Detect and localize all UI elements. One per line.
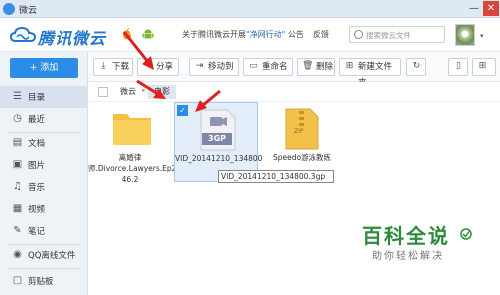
file-grid: 离婚律师.Divorce.Lawyers.Ep25-46.2 ✓ 3GP VID… [88,102,500,295]
image-icon: ▣ [12,159,23,170]
watermark-logo-icon [460,228,472,240]
sidebar-item-video[interactable]: ▦ 视频 [0,198,88,220]
folder-icon [113,114,151,145]
sidebar-item-label: 音乐 [28,183,46,193]
sidebar-item-recent[interactable]: ◷ 最近 [0,108,88,130]
breadcrumb-item-movies[interactable]: 电影 [148,85,176,99]
sidebar-item-label: 图片 [28,161,46,171]
move-to-button[interactable]: ⇥ 移动到 [189,58,239,76]
file-name: Speedo游泳教练 [272,153,332,162]
move-to-label: 移动到 [208,62,234,72]
breadcrumb-item-weiyun[interactable]: 微云 [114,85,142,99]
app-logo-text: 腾讯微云 [38,29,107,48]
move-icon: ⇥ [195,61,204,71]
sidebar: + 添加 ☰ 目录 ◷ 最近 ▤ 文档 ▣ 图片 ♫ 音乐 ▦ 视频 ✎ 笔记 … [0,52,88,295]
panel-icon: ▯ [456,61,461,71]
trash-icon: 🗑 [302,61,314,71]
download-icon: ⤓ [101,61,106,71]
window-title: 微云 [19,6,38,16]
android-icon[interactable] [142,28,154,40]
detail-view-button[interactable]: ▯ [448,58,468,76]
file-name: 离婚律师.Divorce.Lawyers.Ep25-46.2 [88,153,184,184]
new-folder-button[interactable]: ⊞ 新建文件夹 [339,58,401,88]
sidebar-item-label: 视频 [28,205,46,215]
feedback-link[interactable]: 反馈 [313,29,329,40]
music-icon: ♫ [13,181,22,192]
notice-prefix: 关于腾讯微云开展 [182,30,246,39]
rename-button[interactable]: ▭ 重命名 [243,58,293,76]
sidebar-item-directory[interactable]: ☰ 目录 [0,86,88,108]
delete-label: 删除 [316,62,334,72]
file-type-badge: 3GP [202,133,232,145]
chevron-down-icon[interactable]: ▾ [480,32,484,40]
chevron-right-icon: ▸ [142,86,146,94]
file-name: VID_20141210_134800 [175,154,263,163]
sidebar-item-music[interactable]: ♫ 音乐 [0,176,88,198]
select-all-checkbox[interactable] [98,87,108,97]
sidebar-item-label: QQ离线文件 [28,251,76,261]
sidebar-item-label: 目录 [28,93,46,103]
download-button[interactable]: ⤓ 下载 [93,58,133,76]
rename-icon: ▭ [249,61,258,71]
filename-tooltip: VID_20141210_134800.3gp [218,170,334,183]
notice-suffix: 公告 [285,30,304,39]
sidebar-item-qq-offline[interactable]: ◉ QQ离线文件 [0,244,88,266]
sidebar-item-documents[interactable]: ▤ 文档 [0,132,88,154]
document-icon: ▤ [12,137,23,148]
sidebar-divider [8,268,80,269]
refresh-button[interactable]: ↻ [406,58,426,76]
share-button[interactable]: ⋖ 分享 [137,58,179,76]
sidebar-item-label: 笔记 [28,227,46,237]
announcement[interactable]: 关于腾讯微云开展"净网行动" 公告 [182,29,304,40]
download-label: 下载 [112,62,130,72]
watermark-subtitle: 助你轻松解决 [372,251,444,262]
close-button[interactable]: ✕ [483,1,499,16]
title-bar: 微云 — ✕ [0,0,500,18]
grid-icon: ⊞ [478,61,487,71]
sidebar-item-notes[interactable]: ✎ 笔记 [0,220,88,242]
clipboard-icon: ▢ [12,275,23,286]
share-label: 分享 [156,62,174,72]
sidebar-item-label: 文档 [28,139,46,149]
notice-link[interactable]: "净网行动" [246,30,285,39]
qq-icon: ◉ [13,249,22,260]
refresh-icon: ↻ [412,61,421,71]
file-item-folder[interactable]: 离婚律师.Divorce.Lawyers.Ep25-46.2 [88,102,184,184]
app-header: 腾讯微云 关于腾讯微云开展"净网行动" 公告 反馈 搜索微云文件 ▾ [0,18,500,52]
checkbox-checked-icon[interactable]: ✓ [177,105,188,116]
share-icon: ⋖ [143,61,152,71]
toolbar: ⤓ 下载 ⋖ 分享 ⇥ 移动到 ▭ 重命名 🗑 删除 ⊞ 新建文件夹 ↻ ▯ ⊞ [88,52,500,88]
cloud-logo-icon [10,27,36,42]
add-button[interactable]: + 添加 [10,58,78,78]
sidebar-item-images[interactable]: ▣ 图片 [0,154,88,176]
apple-icon[interactable] [122,28,132,40]
video-icon: ▦ [12,203,23,214]
new-folder-icon: ⊞ [345,61,354,71]
minimize-button[interactable]: — [466,1,482,16]
sidebar-item-clipboard[interactable]: ▢ 剪贴板 [0,270,88,292]
watermark-title: 百科全说 [362,224,450,248]
note-icon: ✎ [13,225,22,236]
weiyun-app-icon [3,3,15,15]
grid-view-button[interactable]: ⊞ [472,58,496,76]
rename-label: 重命名 [262,62,288,72]
search-icon [354,30,363,39]
file-type-badge: ZIP [294,128,304,135]
delete-button[interactable]: 🗑 删除 [297,58,335,76]
avatar[interactable] [455,24,475,46]
sidebar-item-label: 剪贴板 [28,277,54,287]
sidebar-item-label: 最近 [28,115,46,125]
search-box[interactable]: 搜索微云文件 [349,26,445,43]
clock-icon: ◷ [13,113,22,124]
search-placeholder[interactable]: 搜索微云文件 [366,30,411,41]
breadcrumb: 微云 ▸ 电影 [88,82,500,102]
directory-icon: ☰ [13,91,22,102]
